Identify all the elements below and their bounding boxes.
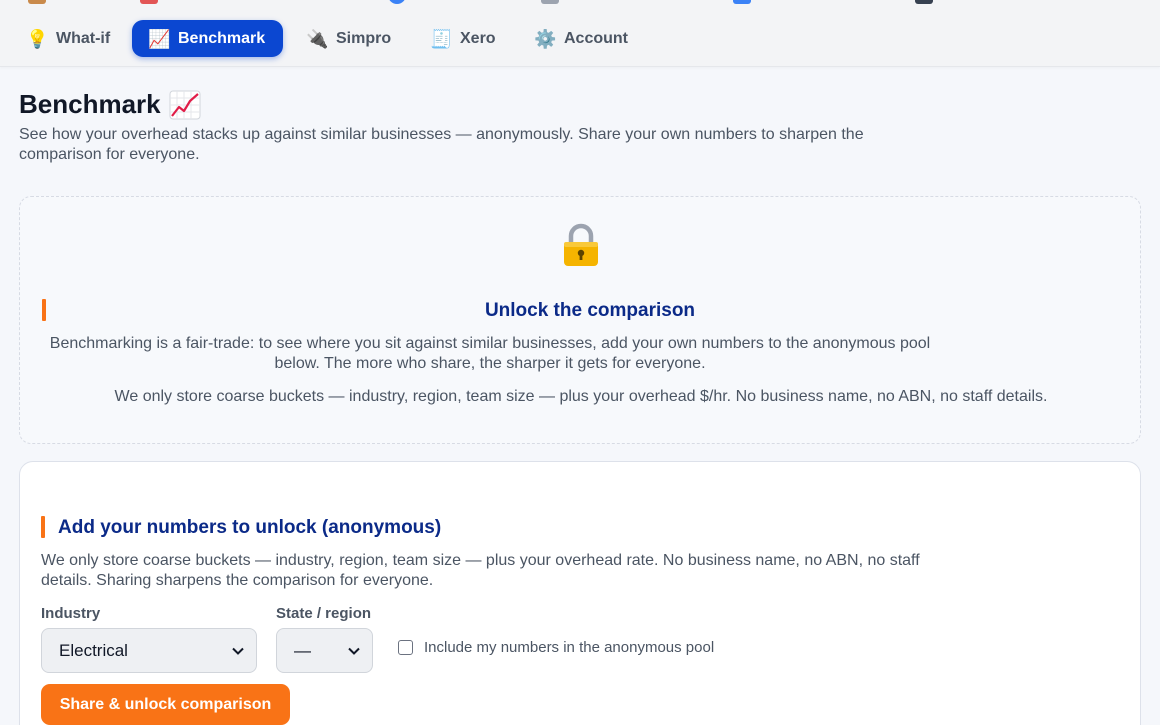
tab-account[interactable]: ⚙️ Account: [518, 20, 644, 57]
tab-benchmark[interactable]: 📈 Benchmark: [132, 20, 283, 57]
people-icon: [388, 0, 406, 4]
industry-select-value: Electrical: [59, 640, 128, 660]
nav-item-cut[interactable]: [733, 0, 751, 4]
bar-chart-icon: [140, 0, 158, 4]
share-unlock-button[interactable]: Share & unlock comparison: [41, 684, 290, 725]
gear-icon: ⚙️: [534, 28, 557, 49]
heading-accent-bar: [41, 516, 45, 538]
tab-label: Xero: [460, 29, 496, 47]
industry-label: Industry: [41, 605, 101, 622]
industry-select[interactable]: Electrical: [41, 628, 257, 673]
chevron-down-icon: [232, 647, 244, 655]
chevron-down-icon: [348, 647, 360, 655]
transfer-icon: [733, 0, 751, 4]
consent-label[interactable]: Include my numbers in the anonymous pool: [424, 639, 714, 656]
chart-up-icon: [169, 90, 201, 119]
chart-up-icon: 📈: [148, 28, 171, 49]
state-label: State / region: [276, 605, 372, 622]
lightbulb-icon: 💡: [26, 28, 49, 49]
tab-label: Benchmark: [178, 29, 266, 47]
state-select-value: —: [294, 640, 311, 660]
receipt-icon: 🧾: [430, 28, 453, 49]
building-icon: [541, 0, 559, 4]
lock-icon: [564, 223, 598, 266]
tab-simpro[interactable]: 🔌 Simpro: [290, 20, 407, 57]
share-description: We only store coarse buckets — industry,…: [41, 552, 920, 589]
share-heading: Add your numbers to unlock (anonymous): [58, 517, 442, 538]
locked-heading-row: Unlock the comparison: [42, 299, 1142, 321]
nav-item-cut[interactable]: [140, 0, 158, 4]
top-nav-bar: 💡 What-if 📈 Benchmark 🔌 Simpro 🧾 Xero ⚙️…: [0, 0, 1160, 67]
page-title-text: Benchmark: [19, 89, 161, 119]
consent-row: Include my numbers in the anonymous pool: [398, 639, 714, 656]
page-title: Benchmark: [19, 89, 201, 120]
consent-checkbox[interactable]: [398, 640, 413, 655]
locked-comparison-card: Unlock the comparison Benchmarking is a …: [19, 196, 1141, 444]
tab-xero[interactable]: 🧾 Xero: [414, 20, 512, 57]
nav-item-cut[interactable]: [28, 0, 46, 4]
locked-heading: Unlock the comparison: [484, 300, 696, 321]
plug-icon: 🔌: [306, 28, 329, 49]
nav-item-cut[interactable]: [915, 0, 933, 4]
tab-label: What-if: [56, 29, 111, 47]
locked-description: Benchmarking is a fair-trade: to see whe…: [49, 335, 931, 372]
nav-item-cut[interactable]: [388, 0, 406, 4]
locked-privacy-note: We only store coarse buckets — industry,…: [114, 388, 1048, 405]
tab-label: Account: [564, 29, 628, 47]
tab-what-if[interactable]: 💡 What-if: [10, 20, 126, 57]
tab-label: Simpro: [336, 29, 392, 47]
share-numbers-card: Add your numbers to unlock (anonymous) W…: [19, 461, 1141, 725]
camera-icon: [915, 0, 933, 4]
home-icon: [28, 0, 46, 4]
nav-item-cut[interactable]: [541, 0, 559, 4]
state-select[interactable]: —: [276, 628, 373, 673]
page-subtitle: See how your overhead stacks up against …: [19, 126, 864, 163]
